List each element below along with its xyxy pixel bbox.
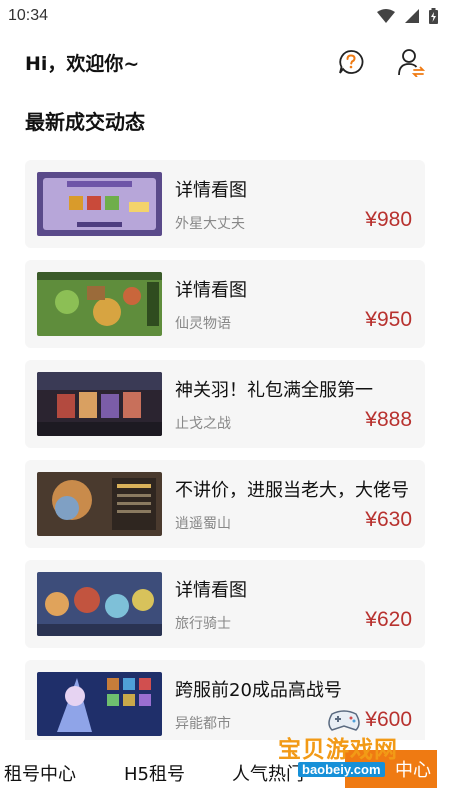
listing-price: ¥630 [365, 508, 412, 531]
listing-card[interactable]: 详情看图 旅行骑士 ¥620 [25, 560, 425, 648]
wifi-icon [377, 9, 395, 23]
help-button[interactable] [336, 47, 366, 77]
status-bar: 10:34 [0, 0, 450, 32]
listing-price: ¥620 [365, 608, 412, 631]
listing-title: 详情看图 [175, 580, 247, 601]
listing-card[interactable]: 详情看图 仙灵物语 ¥950 [25, 260, 425, 348]
tab-rental-center[interactable]: 租号中心 [4, 760, 76, 786]
battery-icon [429, 8, 438, 24]
user-switch-button[interactable] [396, 47, 426, 77]
listing-list: 详情看图 外星大丈夫 ¥980 详情看图 仙灵物语 ¥950 神关羽！礼包满全服… [25, 160, 425, 760]
greeting-text: Hi，欢迎你~ [25, 52, 140, 75]
listing-thumbnail [37, 272, 162, 336]
listing-card[interactable]: 详情看图 外星大丈夫 ¥980 [25, 160, 425, 248]
listing-thumbnail [37, 372, 162, 436]
tab-popular[interactable]: 人气热门 [232, 760, 304, 786]
listing-thumbnail [37, 472, 162, 536]
listing-title: 详情看图 [175, 180, 247, 201]
header-actions [336, 47, 426, 77]
listing-game: 止戈之战 [175, 416, 231, 432]
listing-price: ¥888 [365, 408, 412, 431]
listing-title: 神关羽！礼包满全服第一 [175, 380, 373, 401]
question-bubble-icon [339, 50, 364, 74]
listing-price: ¥600 [365, 708, 412, 731]
signal-icon [405, 9, 419, 23]
tab-h5-rental[interactable]: H5租号 [124, 760, 185, 786]
listing-game: 异能都市 [175, 716, 231, 732]
listing-card[interactable]: 神关羽！礼包满全服第一 止戈之战 ¥888 [25, 360, 425, 448]
app-header: Hi，欢迎你~ [0, 40, 450, 84]
status-time: 10:34 [8, 7, 49, 24]
listing-game: 逍遥蜀山 [175, 516, 231, 532]
listing-price: ¥950 [365, 308, 412, 331]
bottom-tab-bar: 租号中心 H5租号 人气热门 中心 [0, 740, 450, 800]
listing-game: 仙灵物语 [175, 316, 231, 332]
user-swap-icon [398, 49, 425, 77]
listing-price: ¥980 [365, 208, 412, 231]
listing-thumbnail [37, 572, 162, 636]
listing-card[interactable]: 跨服前20成品高战号 异能都市 ¥600 [25, 660, 425, 748]
status-icons [377, 8, 438, 24]
listing-game: 外星大丈夫 [175, 216, 245, 232]
listing-game: 旅行骑士 [175, 616, 231, 632]
listing-card[interactable]: 不讲价，进服当老大，大佬号 逍遥蜀山 ¥630 [25, 460, 425, 548]
section-title: 最新成交动态 [25, 110, 145, 134]
listing-title: 跨服前20成品高战号 [175, 680, 342, 701]
listing-thumbnail [37, 672, 162, 736]
listing-title: 不讲价，进服当老大，大佬号 [175, 480, 409, 501]
tab-center[interactable]: 中心 [345, 750, 437, 788]
listing-title: 详情看图 [175, 280, 247, 301]
listing-thumbnail [37, 172, 162, 236]
